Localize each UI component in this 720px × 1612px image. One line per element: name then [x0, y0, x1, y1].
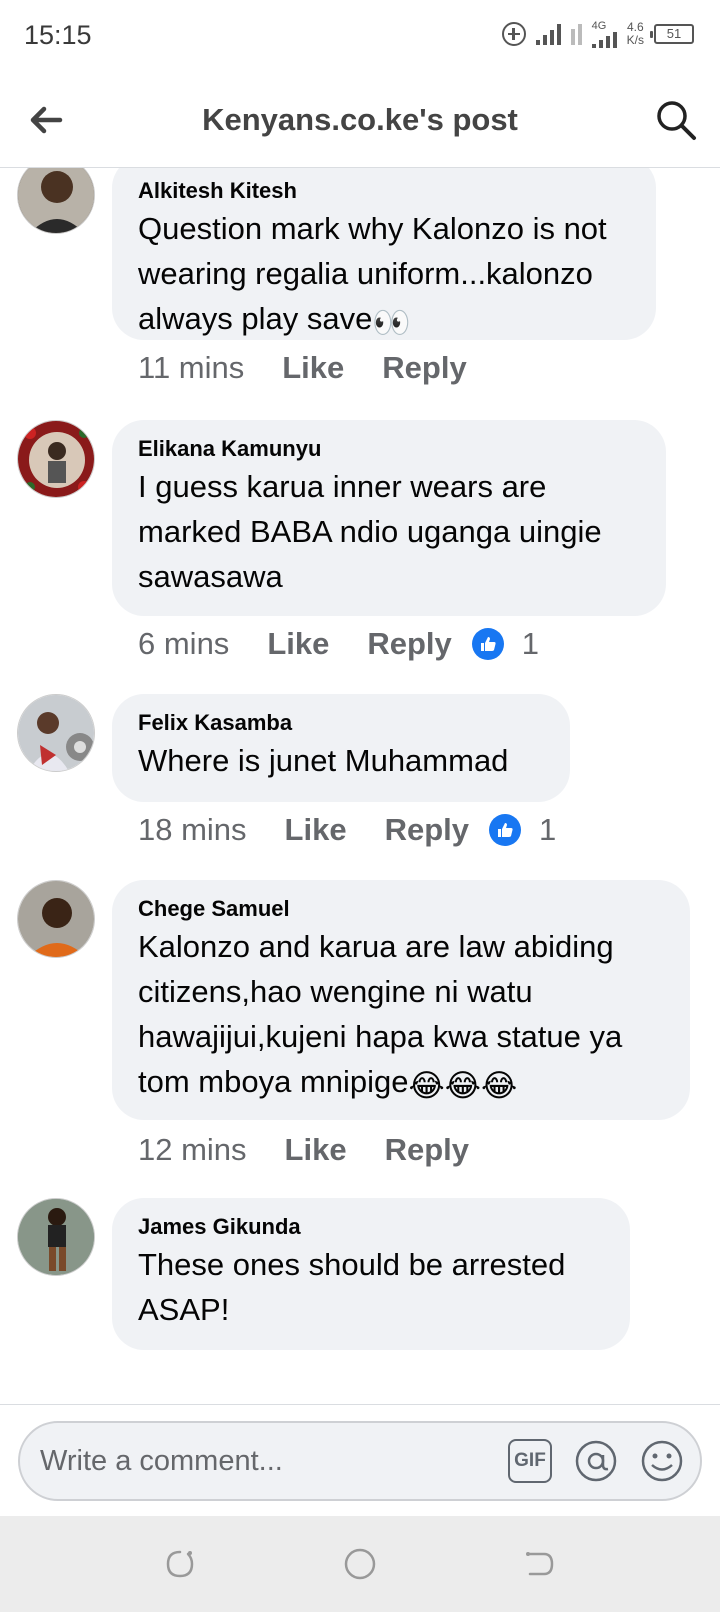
- composer-icons: GIF: [508, 1439, 684, 1483]
- comment-text: I guess karua inner wears are marked BAB…: [138, 469, 602, 594]
- like-button[interactable]: Like: [282, 350, 344, 386]
- avatar[interactable]: [17, 694, 95, 772]
- avatar[interactable]: [17, 880, 95, 958]
- reply-button[interactable]: Reply: [382, 350, 466, 386]
- comment-author[interactable]: James Gikunda: [138, 1212, 604, 1242]
- comment-text: Kalonzo and karua are law abiding citize…: [138, 924, 664, 1108]
- comment-author[interactable]: Chege Samuel: [138, 894, 664, 924]
- comment-time[interactable]: 11 mins: [138, 350, 244, 386]
- like-button[interactable]: Like: [285, 812, 347, 848]
- reply-button[interactable]: Reply: [385, 1132, 469, 1168]
- avatar[interactable]: [17, 168, 95, 234]
- post-header: Kenyans.co.ke's post: [0, 74, 720, 168]
- status-icons: 4G 4.6 K/s 51: [501, 20, 694, 48]
- avatar[interactable]: [17, 1198, 95, 1276]
- recent-apps-icon[interactable]: [162, 1546, 198, 1582]
- battery-icon: 51: [650, 24, 694, 44]
- status-bar: 15:15 4G 4.6 K/s 51: [0, 0, 720, 74]
- back-nav-icon[interactable]: [522, 1546, 558, 1582]
- comment-time[interactable]: 18 mins: [138, 812, 247, 848]
- gif-icon[interactable]: GIF: [508, 1439, 552, 1483]
- comment-bubble[interactable]: Chege Samuel Kalonzo and karua are law a…: [112, 880, 690, 1120]
- network-speed-value: 4.6: [626, 20, 644, 34]
- comment-bubble[interactable]: Elikana Kamunyu I guess karua inner wear…: [112, 420, 666, 616]
- reply-button[interactable]: Reply: [385, 812, 469, 848]
- cellular-signal-icon: [591, 32, 617, 48]
- search-icon[interactable]: [654, 98, 698, 142]
- status-time: 15:15: [24, 20, 92, 50]
- comment-body: Kalonzo and karua are law abiding citize…: [138, 929, 623, 1099]
- reaction-summary[interactable]: 1: [471, 626, 540, 662]
- home-icon[interactable]: [342, 1546, 378, 1582]
- comment-author[interactable]: Alkitesh Kitesh: [138, 176, 630, 206]
- comment-composer-area: Write a comment... GIF: [0, 1404, 720, 1516]
- network-speed-unit: K/s: [626, 33, 644, 47]
- mention-icon[interactable]: [574, 1439, 618, 1483]
- network-speed: 4.6 K/s: [627, 21, 644, 47]
- page-title: Kenyans.co.ke's post: [202, 102, 518, 137]
- comment-time[interactable]: 6 mins: [138, 626, 229, 662]
- comment-bubble[interactable]: Felix Kasamba Where is junet Muhammad: [112, 694, 570, 802]
- comment-time[interactable]: 12 mins: [138, 1132, 247, 1168]
- reply-button[interactable]: Reply: [367, 626, 451, 662]
- comment-meta: 12 mins Like Reply: [138, 1132, 507, 1168]
- reaction-summary[interactable]: 1: [489, 812, 556, 848]
- comment-author[interactable]: Elikana Kamunyu: [138, 434, 640, 464]
- avatar[interactable]: [17, 420, 95, 498]
- reaction-count: 1: [521, 626, 540, 661]
- comment-text: Question mark why Kalonzo is not wearing…: [138, 206, 630, 345]
- network-signal-group: 4G: [591, 20, 617, 48]
- comment-input[interactable]: Write a comment... GIF: [18, 1421, 702, 1501]
- emoji-icon[interactable]: [640, 1439, 684, 1483]
- like-button[interactable]: Like: [285, 1132, 347, 1168]
- reaction-count: 1: [539, 812, 557, 847]
- like-button[interactable]: Like: [267, 626, 329, 662]
- like-reaction-icon: [471, 628, 504, 660]
- data-transfer-icon: [570, 23, 582, 45]
- like-reaction-icon: [489, 814, 521, 846]
- signal-strength-icon: [535, 23, 561, 45]
- comment-meta: 18 mins Like Reply 1: [138, 812, 556, 848]
- comment-bubble[interactable]: Alkitesh Kitesh Question mark why Kalonz…: [112, 168, 656, 340]
- comment-text: Where is junet Muhammad: [138, 743, 509, 778]
- comment-meta: 11 mins Like Reply: [138, 350, 505, 386]
- comment-input-placeholder: Write a comment...: [40, 1445, 283, 1477]
- system-nav-bar: [0, 1516, 720, 1612]
- network-type-label: 4G: [591, 20, 607, 32]
- comment-bubble[interactable]: James Gikunda These ones should be arres…: [112, 1198, 630, 1350]
- comments-list[interactable]: Alkitesh Kitesh Question mark why Kalonz…: [0, 168, 720, 1404]
- data-saver-icon: [501, 22, 526, 46]
- comment-text: These ones should be arrested ASAP!: [138, 1247, 566, 1327]
- comment-author[interactable]: Felix Kasamba: [138, 708, 544, 738]
- comment-meta: 6 mins Like Reply 1: [138, 626, 539, 662]
- laughing-emoji: 😂😂😂: [408, 1068, 518, 1103]
- eyes-emoji: 👀: [372, 305, 411, 340]
